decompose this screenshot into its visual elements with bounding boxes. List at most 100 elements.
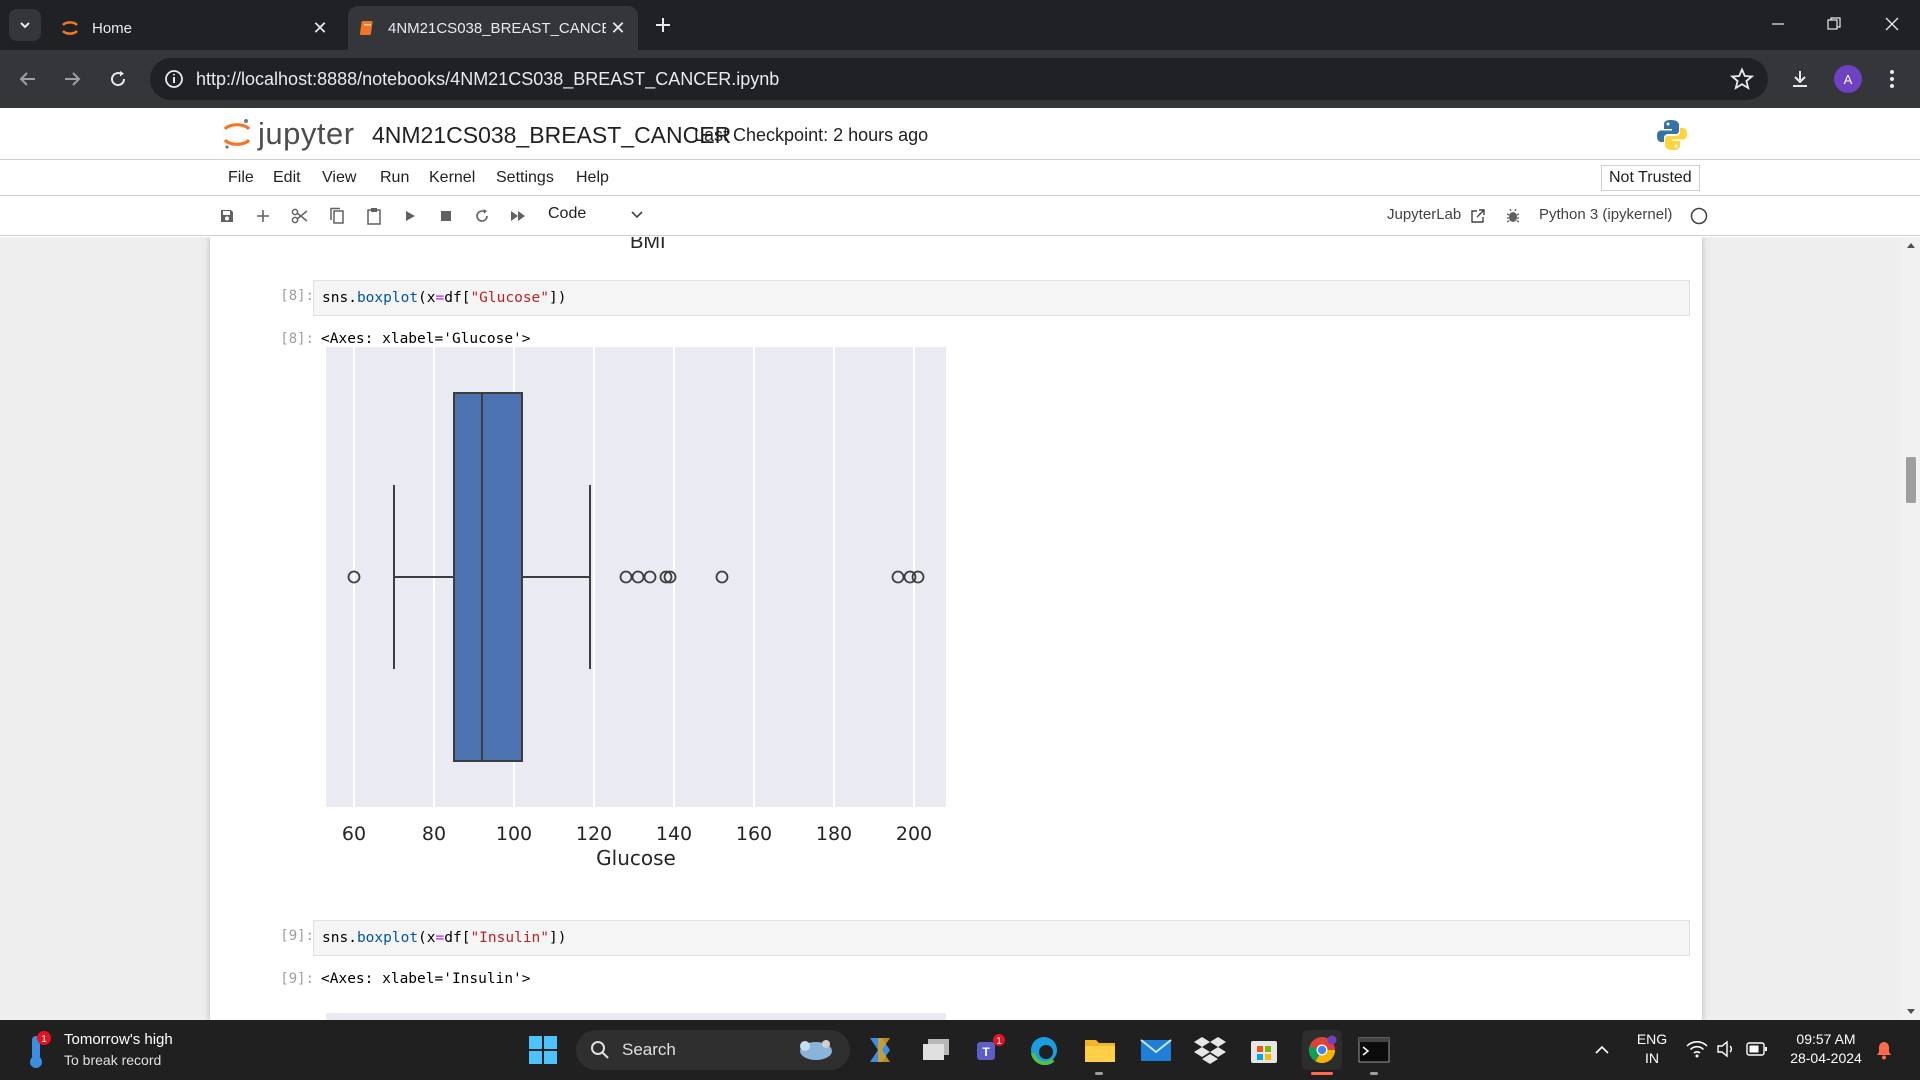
teams-app[interactable]: T 1 xyxy=(972,1032,1008,1068)
code-token: df xyxy=(444,930,462,946)
chevron-down-icon[interactable] xyxy=(628,205,646,223)
scroll-up-arrow-icon[interactable] xyxy=(1907,243,1915,248)
notebook-title[interactable]: 4NM21CS038_BREAST_CANCER xyxy=(372,122,731,149)
dropbox-app[interactable] xyxy=(1192,1032,1228,1068)
search-highlight-icon xyxy=(800,1040,832,1060)
code-token: "Glucose" xyxy=(470,290,550,306)
reload-button[interactable] xyxy=(102,63,134,95)
interrupt-kernel-button[interactable] xyxy=(434,204,458,228)
weather-widget[interactable]: 1 Tomorrow's high To break record xyxy=(24,1030,173,1070)
x-tick-label: 60 xyxy=(342,823,366,845)
address-bar[interactable]: http://localhost:8888/notebooks/4NM21CS0… xyxy=(150,58,1768,100)
save-button[interactable] xyxy=(215,204,239,228)
menu-file[interactable]: File xyxy=(228,169,254,187)
x-tick-label: 80 xyxy=(422,823,446,845)
cell-type-select[interactable]: Code xyxy=(548,205,586,223)
cell-output-text: <Axes: xlabel='Glucose'> xyxy=(321,331,531,347)
run-cell-button[interactable] xyxy=(398,204,422,228)
jupyter-menu-bar: File Edit View Run Kernel Settings Help … xyxy=(0,160,1920,196)
store-app[interactable] xyxy=(1246,1032,1282,1068)
wifi-icon[interactable] xyxy=(1686,1040,1708,1058)
taskbar-search[interactable]: Search xyxy=(576,1030,850,1070)
notebook-panel: BMI [8]: sns.boxplot(x=df["Glucose"]) [8… xyxy=(0,237,1920,1020)
tab-home-title: Home xyxy=(92,19,133,37)
restore-button[interactable] xyxy=(1814,8,1854,40)
kernel-name[interactable]: Python 3 (ipykernel) xyxy=(1539,206,1672,223)
battery-icon[interactable] xyxy=(1746,1041,1768,1057)
code-cell-input[interactable]: sns.boxplot(x=df["Glucose"]) xyxy=(313,280,1690,316)
previous-output-xlabel: BMI xyxy=(630,237,666,253)
next-plot-preview xyxy=(326,1013,946,1020)
close-window-button[interactable] xyxy=(1872,8,1912,40)
python-logo-icon xyxy=(1657,120,1687,150)
code-token: boxplot xyxy=(356,290,419,306)
external-link-icon[interactable] xyxy=(1470,208,1486,224)
new-tab-button[interactable] xyxy=(648,10,678,40)
site-info-icon[interactable] xyxy=(162,67,186,91)
code-cell-input[interactable]: sns.boxplot(x=df["Insulin"]) xyxy=(313,920,1690,956)
tab-notebook[interactable]: 4NM21CS038_BREAST_CANCER ✕ xyxy=(348,6,638,50)
copy-icon xyxy=(330,207,344,224)
terminal-app[interactable] xyxy=(1356,1032,1392,1068)
chevron-down-icon xyxy=(20,22,30,29)
menu-kernel[interactable]: Kernel xyxy=(429,169,475,187)
edge-app[interactable] xyxy=(1026,1032,1062,1068)
scroll-down-arrow-icon[interactable] xyxy=(1907,1009,1915,1014)
jupyterlab-link[interactable]: JupyterLab xyxy=(1387,206,1461,223)
windows-taskbar: 1 Tomorrow's high To break record Search… xyxy=(0,1020,1920,1080)
menu-edit[interactable]: Edit xyxy=(273,169,301,187)
downloads-button[interactable] xyxy=(1784,63,1816,95)
windows-logo-icon xyxy=(529,1036,557,1064)
jupyter-logo[interactable]: jupyter xyxy=(222,116,355,152)
cut-cell-button[interactable] xyxy=(288,204,312,228)
insert-cell-button[interactable] xyxy=(251,204,275,228)
scrollbar-thumb[interactable] xyxy=(1906,457,1916,503)
menu-settings[interactable]: Settings xyxy=(496,169,554,187)
glucose-boxplot: 60 80 100 120 140 160 180 200 Glucose xyxy=(326,347,946,870)
url-text: http://localhost:8888/notebooks/4NM21CS0… xyxy=(196,68,780,89)
terminal-icon xyxy=(1358,1037,1390,1063)
clock[interactable]: 09:57 AM 28-04-2024 xyxy=(1784,1030,1868,1068)
code-token: sns xyxy=(322,290,349,306)
x-tick-label: 120 xyxy=(576,823,612,845)
tab-home[interactable]: Home ✕ xyxy=(50,6,340,50)
weather-title: Tomorrow's high xyxy=(64,1031,173,1048)
file-explorer-app[interactable] xyxy=(1082,1032,1118,1068)
code-token: = xyxy=(435,290,445,306)
chevron-up-icon xyxy=(1595,1045,1609,1054)
volume-icon[interactable] xyxy=(1716,1040,1736,1058)
tab-search-button[interactable] xyxy=(9,9,41,41)
kernel-idle-status-icon xyxy=(1690,207,1708,225)
profile-avatar[interactable]: A xyxy=(1834,65,1862,93)
task-view-icon xyxy=(923,1039,949,1060)
menu-run[interactable]: Run xyxy=(380,169,409,187)
debugger-bug-icon[interactable] xyxy=(1505,208,1521,224)
task-view-app[interactable] xyxy=(918,1032,954,1068)
region-code: IN xyxy=(1645,1050,1659,1066)
show-hidden-icons-button[interactable] xyxy=(1584,1032,1620,1068)
save-icon xyxy=(221,210,233,222)
copy-cell-button[interactable] xyxy=(325,204,349,228)
copilot-app[interactable] xyxy=(862,1032,898,1068)
mail-app[interactable] xyxy=(1138,1032,1174,1068)
notebook-scrollbar[interactable] xyxy=(1902,237,1920,1020)
browser-menu-button[interactable] xyxy=(1876,63,1908,95)
stop-icon xyxy=(441,211,451,221)
restart-run-all-button[interactable] xyxy=(506,204,530,228)
menu-view[interactable]: View xyxy=(322,169,356,187)
search-label: Search xyxy=(622,1040,676,1059)
close-tab-icon[interactable]: ✕ xyxy=(606,18,630,39)
minimize-button[interactable] xyxy=(1758,8,1798,40)
chrome-app[interactable] xyxy=(1302,1030,1342,1070)
trust-status-button[interactable]: Not Trusted xyxy=(1601,165,1700,191)
close-tab-icon[interactable]: ✕ xyxy=(308,18,332,39)
forward-button[interactable] xyxy=(56,63,88,95)
restart-kernel-button[interactable] xyxy=(470,204,494,228)
bookmark-star-icon[interactable] xyxy=(1730,67,1754,91)
back-button[interactable] xyxy=(12,63,44,95)
notification-bell-icon[interactable] xyxy=(1874,1040,1894,1060)
paste-cell-button[interactable] xyxy=(362,204,386,228)
menu-help[interactable]: Help xyxy=(576,169,609,187)
language-indicator[interactable]: ENG IN xyxy=(1634,1030,1670,1068)
start-button[interactable] xyxy=(525,1032,561,1068)
